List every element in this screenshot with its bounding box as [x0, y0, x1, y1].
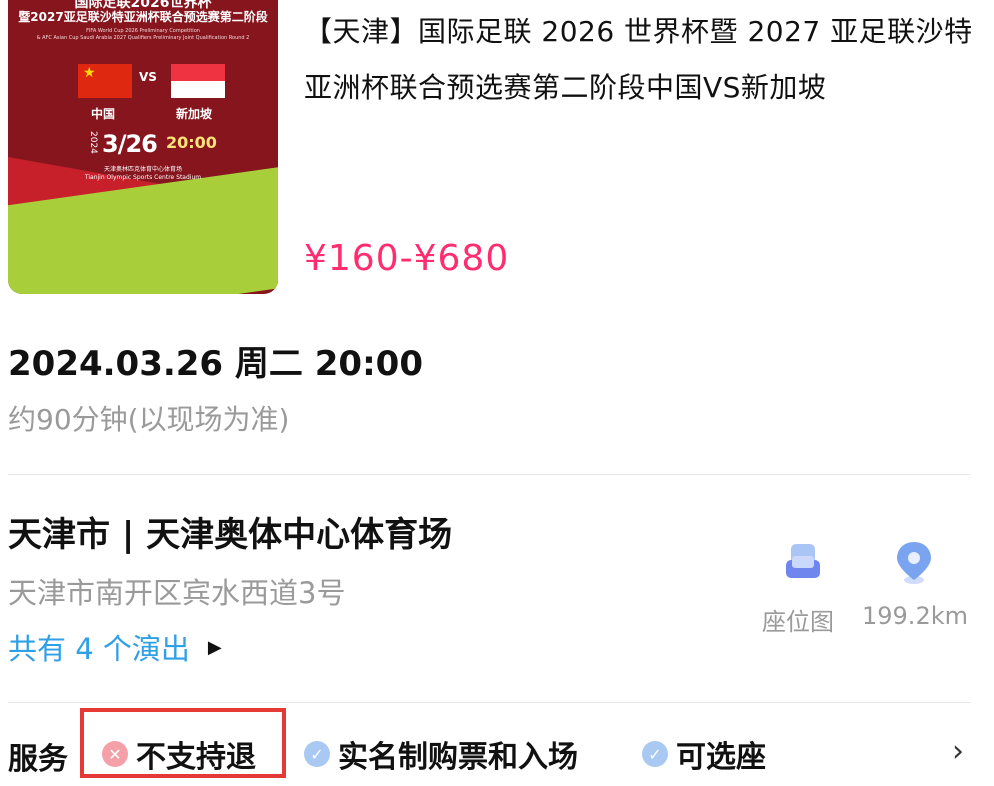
location-button[interactable]	[893, 540, 935, 586]
shows-link-label: 共有 4 个演出	[8, 632, 190, 666]
seat-icon	[786, 544, 820, 578]
check-circle-icon: ✓	[304, 741, 330, 767]
poster-venue-en: Tianjin Olympic Sports Centre Stadium	[84, 174, 202, 181]
singapore-flag-icon	[171, 64, 225, 98]
venue-name[interactable]: 天津市 | 天津奥体中心体育场	[8, 507, 452, 556]
divider	[8, 474, 970, 475]
service-item-label: 实名制购票和入场	[338, 740, 578, 775]
poster-title-line2: 暨2027亚足联沙特亚洲杯联合预选赛第二阶段	[18, 10, 268, 24]
distance-label: 199.2km	[862, 602, 968, 630]
event-datetime: 2024.03.26 周二 20:00	[8, 344, 423, 384]
event-poster[interactable]: 国际足联2026世界杯 暨2027亚足联沙特亚洲杯联合预选赛第二阶段 FIFA …	[8, 0, 278, 294]
service-real-name: ✓ 实名制购票和入场	[304, 732, 578, 776]
shows-link[interactable]: 共有 4 个演出 ▶	[8, 626, 222, 668]
event-duration: 约90分钟(以现场为准)	[8, 403, 290, 436]
chevron-right-icon[interactable]: ›	[952, 734, 964, 769]
poster-team-away: 新加坡	[176, 107, 213, 121]
event-title: 【天津】国际足联 2026 世界杯暨 2027 亚足联沙特亚洲杯联合预选赛第二阶…	[304, 15, 973, 104]
close-circle-icon: ✕	[102, 741, 128, 767]
seat-map-button[interactable]	[782, 542, 824, 584]
service-no-refund: ✕ 不支持退	[102, 732, 256, 776]
poster-team-home: 中国	[91, 107, 116, 121]
services-label: 服务	[8, 742, 68, 777]
divider	[8, 702, 970, 703]
check-circle-icon: ✓	[642, 741, 668, 767]
play-arrow-icon: ▶	[207, 636, 222, 658]
service-seat-selection: ✓ 可选座	[642, 732, 766, 776]
china-flag-icon: ★	[78, 64, 132, 98]
service-item-label: 不支持退	[136, 740, 256, 775]
location-pin-icon	[897, 542, 931, 584]
poster-time: 20:00	[166, 133, 217, 152]
services-row[interactable]: 服务 ✕ 不支持退 ✓ 实名制购票和入场 ✓ 可选座 ›	[8, 706, 978, 786]
poster-vs: VS	[139, 70, 157, 84]
venue-address[interactable]: 天津市南开区宾水西道3号	[8, 570, 345, 612]
poster-subtitle-line1: FIFA World Cup 2026 Preliminary Competit…	[86, 28, 200, 34]
poster-subtitle-line2: & AFC Asian Cup Saudi Arabia 2027 Qualif…	[36, 35, 250, 41]
poster-date: 3/26	[102, 130, 158, 158]
seat-map-label[interactable]: 座位图	[762, 602, 834, 637]
service-item-label: 可选座	[676, 740, 766, 775]
price-range: ¥160-¥680	[304, 238, 510, 279]
poster-year: 2024	[88, 131, 98, 154]
poster-venue-cn: 天津奥林匹克体育中心体育场	[103, 166, 182, 173]
